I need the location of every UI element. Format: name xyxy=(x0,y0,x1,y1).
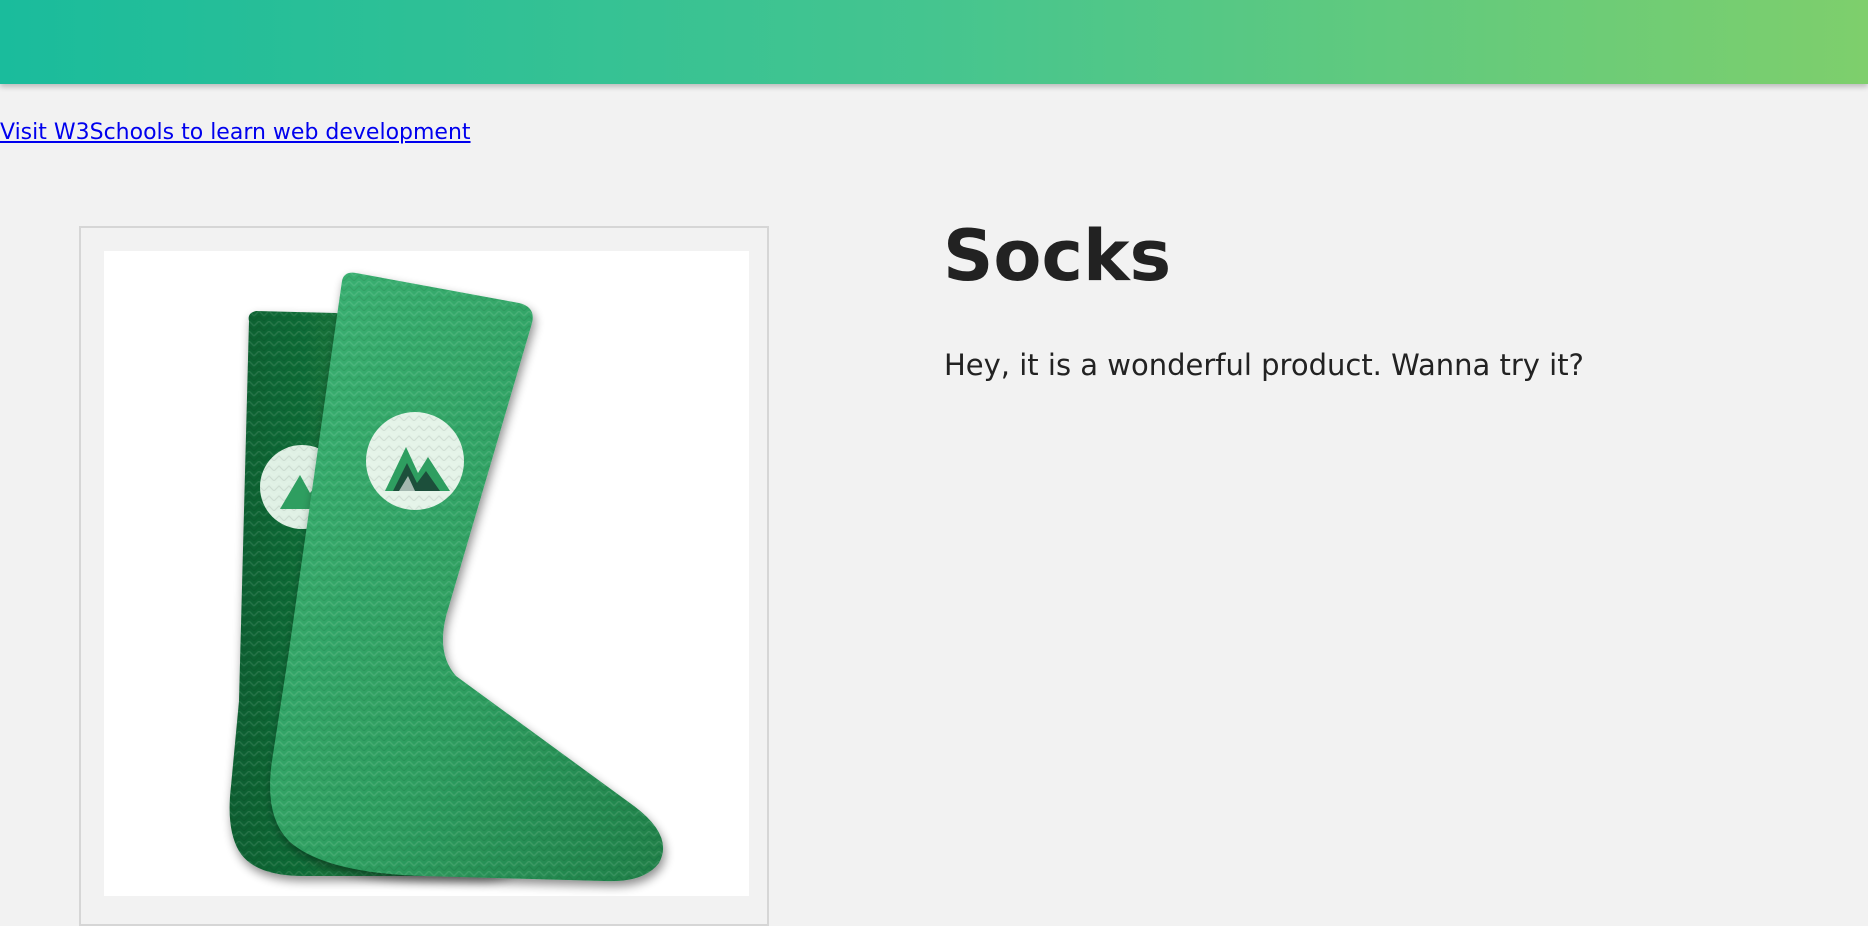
product-image-card xyxy=(79,226,769,926)
header-bar xyxy=(0,0,1868,84)
product-title: Socks xyxy=(943,215,1172,297)
w3schools-link[interactable]: Visit W3Schools to learn web development xyxy=(0,120,471,145)
product-image xyxy=(104,251,749,896)
green-socks-icon xyxy=(229,272,664,882)
product-description: Hey, it is a wonderful product. Wanna tr… xyxy=(944,348,1584,382)
